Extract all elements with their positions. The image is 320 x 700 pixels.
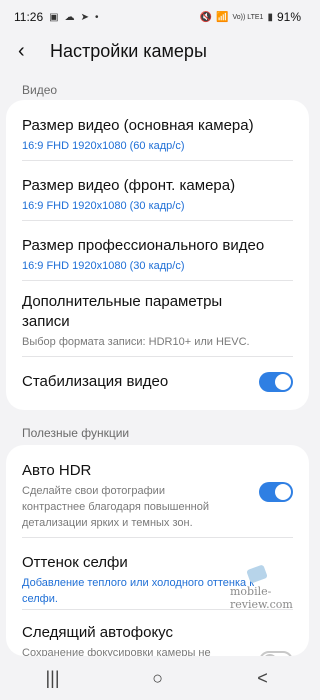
back-arrow-icon[interactable]: ‹	[18, 40, 44, 63]
setting-title-line2: записи	[22, 313, 70, 330]
setting-description-line3: детализации ярких и темных зон.	[22, 517, 193, 529]
setting-title: Размер видео (основная камера)	[22, 117, 254, 134]
mute-icon: 🔇	[199, 11, 212, 23]
send-icon: ➤	[80, 11, 89, 23]
signal-icon: ▮	[267, 11, 273, 23]
setting-title: Авто HDR	[22, 462, 92, 479]
setting-title-line1: Дополнительные параметры	[22, 293, 223, 310]
status-time: 11:26	[14, 10, 44, 24]
setting-title: Следящий автофокус	[22, 624, 174, 641]
page-title: Настройки камеры	[50, 40, 207, 61]
useful-settings-card: Авто HDR Сделайте свои фотографии контра…	[6, 445, 309, 656]
back-button[interactable]: <	[243, 668, 283, 689]
image-icon: ▣	[49, 11, 59, 23]
setting-description: Сохранение фокусировки камеры не	[22, 647, 211, 656]
dot-icon: •	[94, 11, 99, 23]
recent-apps-button[interactable]: |||	[33, 668, 73, 689]
setting-description: Выбор формата записи: HDR10+ или HEVC.	[22, 336, 250, 348]
app-header: ‹ Настройки камеры	[0, 34, 315, 68]
setting-value: 16:9 FHD 1920x1080 (30 кадр/с)	[22, 260, 185, 272]
volte-icon: Vo)) LTE1	[232, 13, 264, 21]
watermark: mobile-review.com	[230, 564, 315, 611]
video-settings-card: Размер видео (основная камера) 16:9 FHD …	[6, 100, 309, 410]
setting-title: Стабилизация видео	[22, 373, 169, 390]
stabilization-toggle[interactable]	[259, 372, 293, 392]
watermark-text: mobile-review.com	[230, 585, 293, 611]
section-label-video: Видео	[22, 83, 58, 97]
setting-description-line2: контрастнее благодаря повышенной	[22, 501, 210, 513]
setting-advanced-recording[interactable]: Дополнительные параметры записи Выбор фо…	[6, 280, 309, 356]
status-bar: 11:26 ▣ ☁ ➤ • 🔇 📶 Vo)) LTE1 ▮ 91%	[0, 0, 315, 34]
auto-hdr-toggle[interactable]	[259, 482, 293, 502]
setting-value: 16:9 FHD 1920x1080 (60 кадр/с)	[22, 140, 185, 152]
battery-percent: 91%	[276, 10, 301, 24]
setting-auto-hdr[interactable]: Авто HDR Сделайте свои фотографии контра…	[6, 445, 309, 537]
wifi-icon: 📶	[216, 11, 229, 23]
section-label-useful: Полезные функции	[22, 426, 130, 440]
setting-title: Размер видео (фронт. камера)	[22, 177, 236, 194]
navigation-bar: ||| ○ <	[0, 656, 315, 700]
home-button[interactable]: ○	[138, 668, 178, 689]
setting-front-video-size[interactable]: Размер видео (фронт. камера) 16:9 FHD 19…	[6, 160, 309, 220]
setting-title: Размер профессионального видео	[22, 237, 265, 254]
cloud-icon: ☁	[64, 11, 75, 23]
setting-video-stabilization[interactable]: Стабилизация видео	[6, 356, 309, 410]
setting-tracking-autofocus[interactable]: Следящий автофокус Сохранение фокусировк…	[6, 609, 309, 656]
setting-rear-video-size[interactable]: Размер видео (основная камера) 16:9 FHD …	[6, 100, 309, 160]
setting-pro-video-size[interactable]: Размер профессионального видео 16:9 FHD …	[6, 220, 309, 280]
setting-description-line1: Сделайте свои фотографии	[22, 485, 165, 497]
setting-value: 16:9 FHD 1920x1080 (30 кадр/с)	[22, 200, 185, 212]
